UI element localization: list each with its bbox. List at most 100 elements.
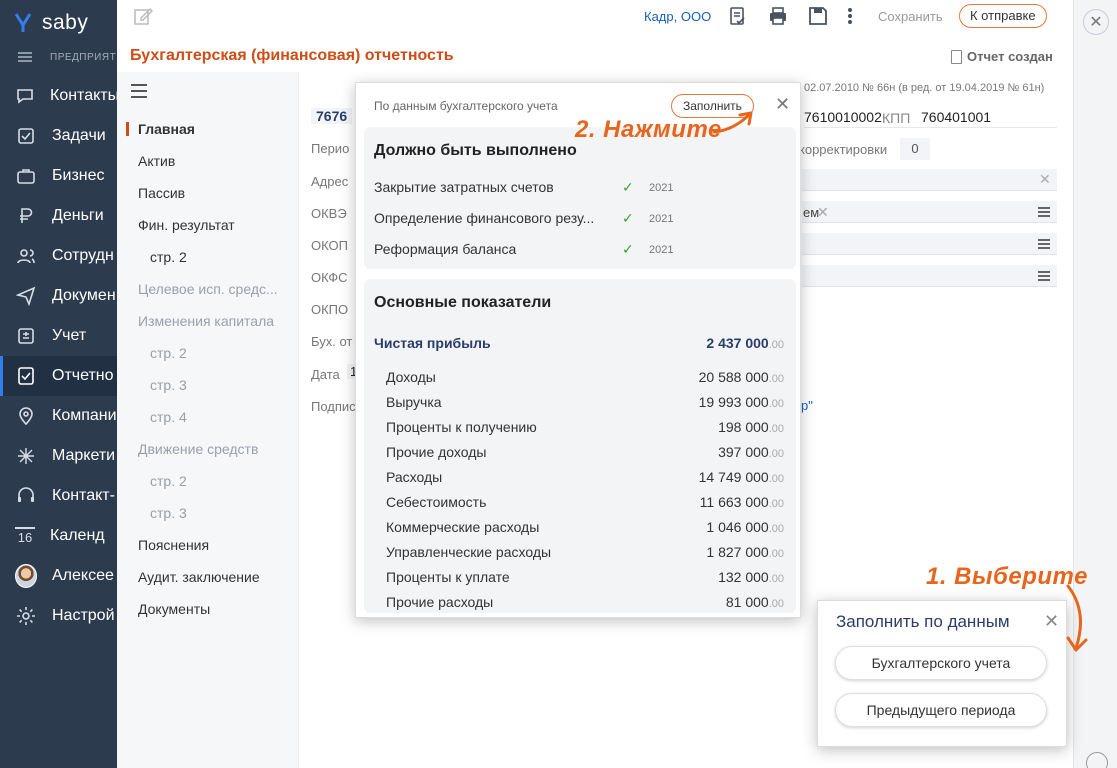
close-icon[interactable]: ✕ bbox=[1044, 611, 1059, 632]
org-switcher[interactable]: ПРЕДПРИЯТ bbox=[0, 46, 117, 68]
clear-icon[interactable]: ✕ bbox=[1039, 171, 1051, 188]
indicator-value: 81 000.00 bbox=[726, 594, 784, 610]
chat-icon bbox=[15, 85, 35, 107]
clear-icon[interactable]: ✕ bbox=[817, 204, 829, 221]
section-item[interactable]: стр. 2 bbox=[150, 473, 187, 489]
nav-item-contact-center[interactable]: Контакт- bbox=[0, 476, 117, 516]
print-icon[interactable] bbox=[767, 5, 789, 27]
net-profit-label: Чистая прибыль bbox=[374, 335, 491, 351]
org-line: ПРЕДПРИЯТ bbox=[50, 51, 117, 63]
signer-label: Подпис bbox=[311, 399, 356, 414]
nav-item-business[interactable]: Бизнес bbox=[0, 156, 117, 196]
indicator-value: 397 000.00 bbox=[718, 444, 784, 460]
org-link[interactable]: Кадр, ООО bbox=[644, 9, 711, 24]
nav-item-label: Докумен bbox=[52, 287, 116, 304]
fill-from-previous-period-button[interactable]: Предыдущего периода bbox=[835, 693, 1047, 727]
nav-item-label: Деньги bbox=[52, 207, 104, 224]
section-item[interactable]: Аудит. заключение bbox=[138, 569, 260, 585]
headset-icon bbox=[15, 485, 37, 507]
nav-item-companies[interactable]: Компани bbox=[0, 396, 117, 436]
fill-from-accounting-button[interactable]: Бухгалтерского учета bbox=[835, 646, 1047, 680]
menu-icon[interactable] bbox=[18, 52, 32, 62]
send-button[interactable]: К отправке bbox=[959, 4, 1047, 28]
section-item[interactable]: Пояснения bbox=[138, 537, 209, 553]
nav-item-money[interactable]: Деньги bbox=[0, 196, 117, 236]
list-icon[interactable] bbox=[1038, 239, 1050, 249]
close-icon[interactable]: ✕ bbox=[1083, 9, 1109, 35]
section-item[interactable]: Пассив bbox=[138, 185, 185, 201]
nav-item-label: Контакты bbox=[50, 87, 117, 104]
nav-item-documents[interactable]: Докумен bbox=[0, 276, 117, 316]
nav-item-settings[interactable]: Настрой bbox=[0, 596, 117, 636]
nav-item-reports[interactable]: Отчетно bbox=[0, 356, 117, 396]
decimals: .00 bbox=[768, 373, 784, 385]
gear-icon bbox=[15, 605, 37, 627]
annotation-arrow-icon bbox=[712, 111, 753, 134]
indicator-amount: 132 000 bbox=[718, 569, 769, 585]
signer-value[interactable]: р" bbox=[801, 398, 813, 413]
section-item[interactable]: Изменения капитала bbox=[138, 313, 274, 329]
address-field[interactable] bbox=[802, 169, 1057, 191]
decimals: .00 bbox=[768, 398, 784, 410]
logo[interactable]: saby bbox=[14, 8, 88, 38]
indicator-value: 1 046 000.00 bbox=[706, 519, 784, 535]
decimals: .00 bbox=[768, 573, 784, 585]
okfs-field[interactable] bbox=[802, 265, 1057, 287]
nav-item-marketing[interactable]: Маркети bbox=[0, 436, 117, 476]
kpp-field[interactable]: 760401001 bbox=[921, 109, 991, 125]
indicator-amount: 397 000 bbox=[718, 444, 769, 460]
save-icon[interactable] bbox=[807, 5, 829, 27]
correction-label: корректировки bbox=[799, 142, 888, 157]
annotation-arrow-icon bbox=[1066, 584, 1088, 652]
nav-item-profile[interactable]: Алексее bbox=[0, 556, 117, 596]
section-item[interactable]: Фин. результат bbox=[138, 217, 235, 233]
main-nav: saby ПРЕДПРИЯТ Контакты Задачи Бизнес Де… bbox=[0, 0, 117, 768]
more-icon[interactable] bbox=[839, 5, 861, 27]
accounting-icon bbox=[15, 325, 37, 347]
todo-panel: Должно быть выполнено Закрытие затратных… bbox=[364, 127, 796, 269]
nav-item-label: Маркети bbox=[52, 447, 116, 464]
section-item[interactable]: Целевое исп. средс... bbox=[138, 281, 278, 297]
nav-item-calendar[interactable]: 16 Календ bbox=[0, 516, 117, 556]
section-item[interactable]: Документы bbox=[138, 601, 210, 617]
checklist-icon[interactable] bbox=[727, 5, 749, 27]
indicator-label: Прочие доходы bbox=[386, 444, 487, 460]
okopf-field[interactable] bbox=[802, 233, 1057, 255]
indicator-amount: 198 000 bbox=[718, 419, 769, 435]
todo-year: 2021 bbox=[649, 244, 674, 256]
indicator-value: 14 749 000.00 bbox=[699, 469, 784, 485]
net-profit-amount: 2 437 000 bbox=[706, 335, 769, 351]
decimals: .00 bbox=[768, 598, 784, 610]
section-item[interactable]: стр. 2 bbox=[150, 249, 187, 265]
nav-item-accounting[interactable]: Учет bbox=[0, 316, 117, 356]
check-icon: ✓ bbox=[622, 241, 634, 257]
net-profit-value: 2 437 000.00 bbox=[706, 335, 784, 351]
section-item[interactable]: стр. 4 bbox=[150, 409, 187, 425]
edit-icon[interactable] bbox=[133, 6, 153, 26]
close-icon[interactable]: ✕ bbox=[775, 95, 790, 113]
nav-item-contacts[interactable]: Контакты bbox=[0, 76, 117, 116]
indicator-label: Выручка bbox=[386, 394, 442, 410]
list-icon[interactable] bbox=[1038, 271, 1050, 281]
nav-item-tasks[interactable]: Задачи bbox=[0, 116, 117, 156]
help-icon[interactable] bbox=[1086, 752, 1108, 768]
save-button[interactable]: Сохранить bbox=[878, 9, 943, 24]
indicator-label: Управленческие расходы bbox=[386, 544, 552, 560]
section-item[interactable]: стр. 2 bbox=[150, 345, 187, 361]
toolbar: Кадр, ООО Сохранить К отправке bbox=[117, 0, 1073, 36]
calendar-icon: 16 bbox=[15, 527, 35, 545]
section-item[interactable]: Главная bbox=[126, 121, 195, 137]
address-label: Адрес bbox=[311, 174, 349, 189]
section-item[interactable]: стр. 3 bbox=[150, 377, 187, 393]
section-item[interactable]: Движение средств bbox=[138, 441, 258, 457]
section-item[interactable]: стр. 3 bbox=[150, 505, 187, 521]
sections-menu: Главная Актив Пассив Фин. результат стр.… bbox=[117, 72, 298, 768]
list-icon[interactable] bbox=[1038, 207, 1050, 217]
okved-field[interactable] bbox=[802, 201, 1057, 223]
correction-field[interactable]: 0 bbox=[900, 138, 930, 160]
inn-field[interactable]: 7676 bbox=[311, 108, 353, 124]
document-icon bbox=[951, 49, 962, 64]
menu-icon[interactable] bbox=[131, 84, 147, 98]
nav-item-staff[interactable]: Сотрудн bbox=[0, 236, 117, 276]
section-item[interactable]: Актив bbox=[138, 153, 175, 169]
